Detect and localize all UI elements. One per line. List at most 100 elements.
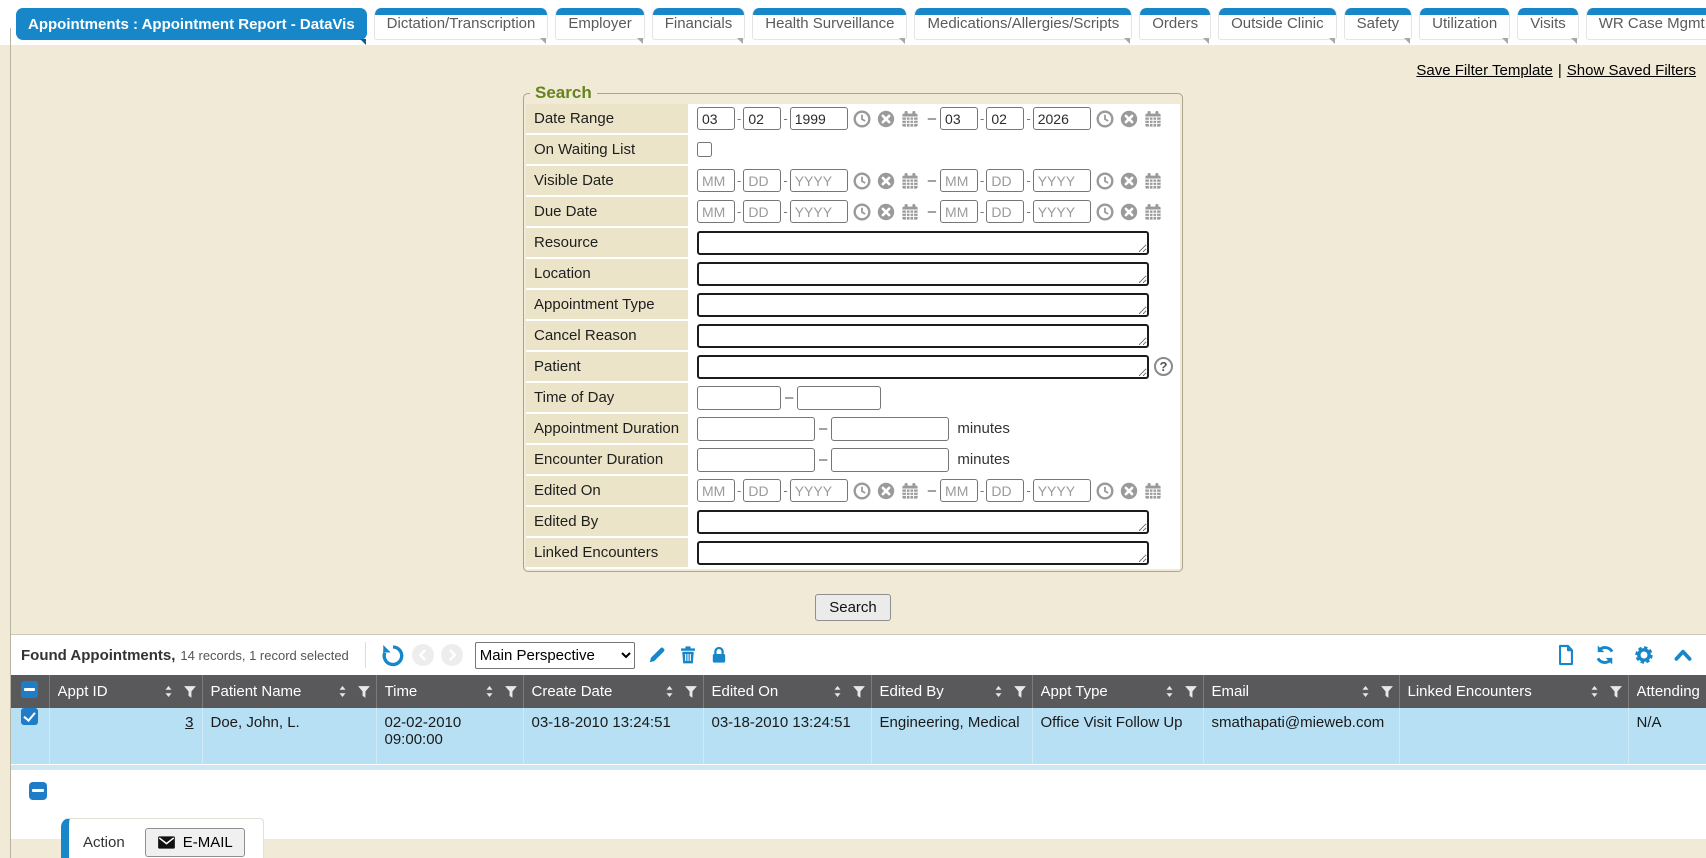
filter-icon[interactable] bbox=[1608, 684, 1624, 700]
prev-perspective-icon[interactable] bbox=[412, 644, 434, 666]
appointment-duration-min-input[interactable] bbox=[697, 417, 815, 441]
calendar-icon[interactable] bbox=[1143, 171, 1163, 191]
calendar-icon[interactable] bbox=[900, 109, 920, 129]
sort-icon[interactable] bbox=[1162, 684, 1177, 699]
filter-icon[interactable] bbox=[1379, 684, 1395, 700]
clock-icon[interactable] bbox=[1095, 109, 1115, 129]
row-checkbox[interactable] bbox=[21, 708, 38, 725]
calendar-icon[interactable] bbox=[900, 171, 920, 191]
patient-input[interactable] bbox=[697, 355, 1149, 379]
tab-safety[interactable]: Safety bbox=[1344, 8, 1413, 40]
visible-date-to-month-input[interactable] bbox=[940, 169, 978, 192]
tab-employer[interactable]: Employer bbox=[555, 8, 644, 40]
tab-appointments-report[interactable]: Appointments : Appointment Report - Data… bbox=[16, 8, 367, 40]
tab-medications-allergies-scripts[interactable]: Medications/Allergies/Scripts bbox=[914, 8, 1132, 40]
delete-perspective-icon[interactable] bbox=[678, 645, 698, 665]
encounter-duration-max-input[interactable] bbox=[831, 448, 949, 472]
col-header-create-date[interactable]: Create Date bbox=[523, 675, 703, 708]
col-header-linked-encounters[interactable]: Linked Encounters bbox=[1399, 675, 1628, 708]
perspective-select[interactable]: Main Perspective bbox=[475, 642, 635, 669]
sort-icon[interactable] bbox=[1587, 684, 1602, 699]
settings-gear-icon[interactable] bbox=[1633, 644, 1655, 666]
calendar-icon[interactable] bbox=[1143, 481, 1163, 501]
collapse-actions-icon[interactable] bbox=[29, 782, 47, 800]
clear-date-icon[interactable] bbox=[1119, 171, 1139, 191]
visible-date-to-day-input[interactable] bbox=[986, 169, 1024, 192]
help-icon[interactable]: ? bbox=[1154, 357, 1173, 376]
filter-icon[interactable] bbox=[182, 684, 198, 700]
time-of-day-to-input[interactable] bbox=[797, 386, 881, 410]
col-header-appt-type[interactable]: Appt Type bbox=[1032, 675, 1203, 708]
col-header-patient-name[interactable]: Patient Name bbox=[202, 675, 376, 708]
sort-icon[interactable] bbox=[482, 684, 497, 699]
resource-input[interactable] bbox=[697, 231, 1149, 255]
tab-outside-clinic[interactable]: Outside Clinic bbox=[1218, 8, 1337, 40]
edited-on-to-day-input[interactable] bbox=[986, 479, 1024, 502]
undo-icon[interactable] bbox=[380, 643, 405, 668]
filter-icon[interactable] bbox=[851, 684, 867, 700]
date-range-from-day-input[interactable] bbox=[743, 107, 781, 130]
clear-date-icon[interactable] bbox=[1119, 202, 1139, 222]
lock-perspective-icon[interactable] bbox=[709, 645, 729, 665]
location-input[interactable] bbox=[697, 262, 1149, 286]
due-date-to-month-input[interactable] bbox=[940, 200, 978, 223]
filter-icon[interactable] bbox=[683, 684, 699, 700]
edited-by-input[interactable] bbox=[697, 510, 1149, 534]
due-date-to-year-input[interactable] bbox=[1033, 200, 1091, 223]
email-button[interactable]: E-MAIL bbox=[145, 828, 245, 857]
clear-date-icon[interactable] bbox=[876, 171, 896, 191]
due-date-to-day-input[interactable] bbox=[986, 200, 1024, 223]
encounter-duration-min-input[interactable] bbox=[697, 448, 815, 472]
appointment-type-input[interactable] bbox=[697, 293, 1149, 317]
clock-icon[interactable] bbox=[852, 171, 872, 191]
select-all-checkbox[interactable] bbox=[21, 681, 38, 698]
calendar-icon[interactable] bbox=[1143, 109, 1163, 129]
col-header-appt-id[interactable]: Appt ID bbox=[49, 675, 202, 708]
col-header-edited-on[interactable]: Edited On bbox=[703, 675, 871, 708]
search-button[interactable]: Search bbox=[815, 594, 891, 621]
date-range-to-month-input[interactable] bbox=[940, 107, 978, 130]
clock-icon[interactable] bbox=[852, 202, 872, 222]
filter-icon[interactable] bbox=[356, 684, 372, 700]
sort-icon[interactable] bbox=[991, 684, 1006, 699]
tab-visits[interactable]: Visits bbox=[1517, 8, 1579, 40]
sort-icon[interactable] bbox=[662, 684, 677, 699]
edited-on-from-year-input[interactable] bbox=[790, 479, 848, 502]
clock-icon[interactable] bbox=[1095, 481, 1115, 501]
time-of-day-from-input[interactable] bbox=[697, 386, 781, 410]
tab-dictation-transcription[interactable]: Dictation/Transcription bbox=[374, 8, 549, 40]
appointment-duration-max-input[interactable] bbox=[831, 417, 949, 441]
clear-date-icon[interactable] bbox=[876, 202, 896, 222]
sort-icon[interactable] bbox=[335, 684, 350, 699]
appt-id-link[interactable]: 3 bbox=[185, 714, 193, 731]
date-range-from-year-input[interactable] bbox=[790, 107, 848, 130]
cancel-reason-input[interactable] bbox=[697, 324, 1149, 348]
clock-icon[interactable] bbox=[852, 481, 872, 501]
show-saved-filters-link[interactable]: Show Saved Filters bbox=[1567, 62, 1696, 79]
on-waiting-list-checkbox[interactable] bbox=[697, 142, 712, 157]
next-perspective-icon[interactable] bbox=[441, 644, 463, 666]
clear-date-icon[interactable] bbox=[876, 481, 896, 501]
col-header-time[interactable]: Time bbox=[376, 675, 523, 708]
edited-on-to-month-input[interactable] bbox=[940, 479, 978, 502]
new-document-icon[interactable] bbox=[1555, 644, 1577, 666]
col-header-email[interactable]: Email bbox=[1203, 675, 1399, 708]
tab-wr-case-mgmt[interactable]: WR Case Mgmt bbox=[1586, 8, 1706, 40]
clock-icon[interactable] bbox=[852, 109, 872, 129]
collapse-panel-icon[interactable] bbox=[1672, 644, 1694, 666]
date-range-to-day-input[interactable] bbox=[986, 107, 1024, 130]
sort-icon[interactable] bbox=[1358, 684, 1373, 699]
due-date-from-year-input[interactable] bbox=[790, 200, 848, 223]
clock-icon[interactable] bbox=[1095, 202, 1115, 222]
due-date-from-day-input[interactable] bbox=[743, 200, 781, 223]
clear-date-icon[interactable] bbox=[1119, 109, 1139, 129]
clock-icon[interactable] bbox=[1095, 171, 1115, 191]
visible-date-to-year-input[interactable] bbox=[1033, 169, 1091, 192]
visible-date-from-month-input[interactable] bbox=[697, 169, 735, 192]
tab-financials[interactable]: Financials bbox=[652, 8, 746, 40]
visible-date-from-year-input[interactable] bbox=[790, 169, 848, 192]
col-header-edited-by[interactable]: Edited By bbox=[871, 675, 1032, 708]
date-range-to-year-input[interactable] bbox=[1033, 107, 1091, 130]
edited-on-to-year-input[interactable] bbox=[1033, 479, 1091, 502]
visible-date-from-day-input[interactable] bbox=[743, 169, 781, 192]
